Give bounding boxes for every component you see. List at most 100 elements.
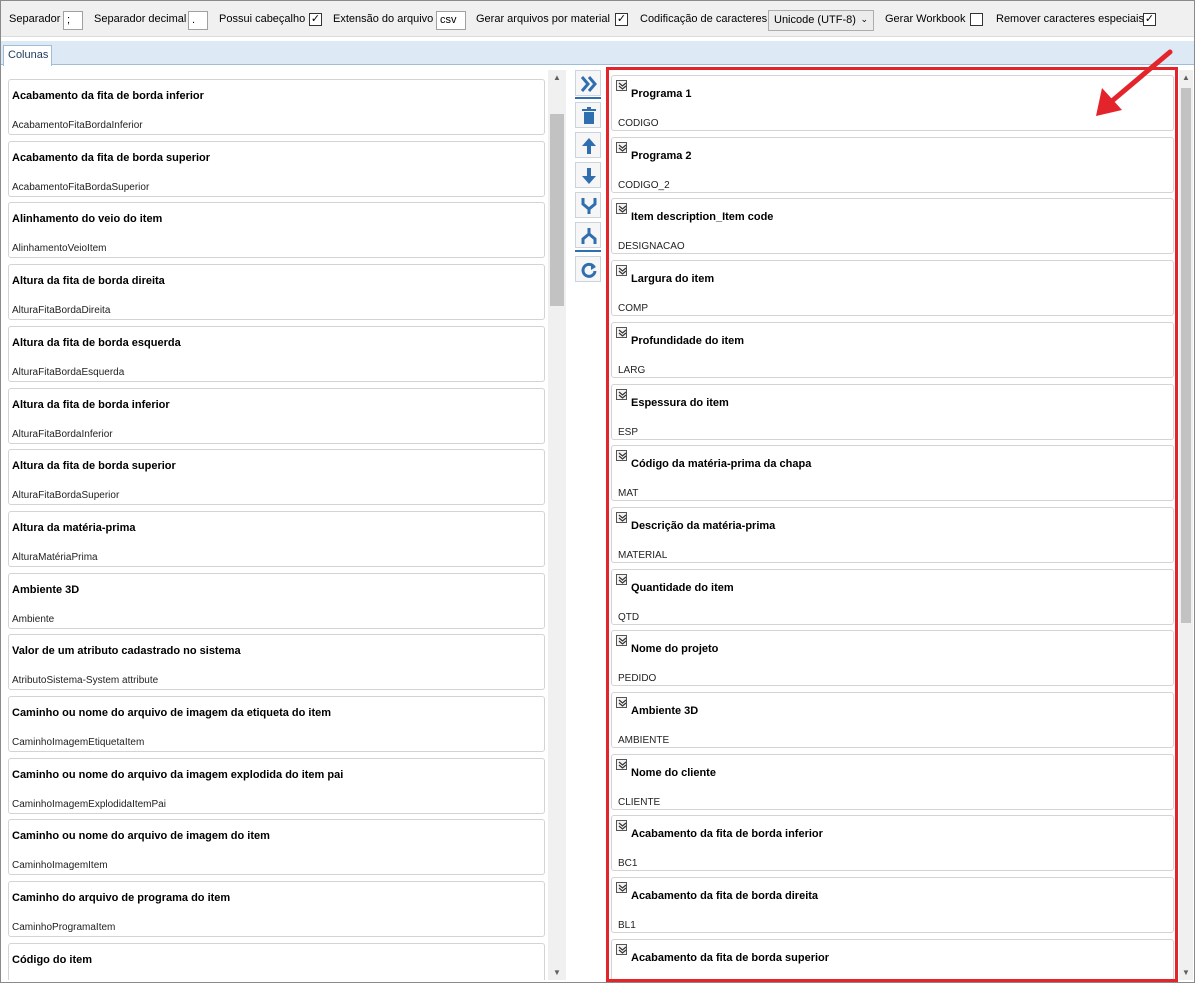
tool-separator — [575, 97, 601, 99]
column-export-name: BC1 — [618, 858, 638, 870]
column-title: Descrição da matéria-prima — [631, 519, 776, 532]
available-column-item[interactable]: Caminho ou nome do arquivo de imagem do … — [8, 819, 545, 876]
expand-toggle-icon[interactable] — [616, 635, 627, 647]
expand-toggle-icon[interactable] — [616, 882, 627, 894]
selected-column-item[interactable]: Nome do cliente CLIENTE — [611, 753, 1174, 810]
scroll-down-icon[interactable]: ▼ — [548, 968, 566, 977]
column-title: Ambiente 3D — [12, 583, 80, 596]
available-column-item[interactable]: Código do item — [8, 942, 545, 980]
column-title: Código da matéria-prima da chapa — [631, 458, 812, 471]
column-field-name: CaminhoImagemItem — [12, 860, 108, 872]
scroll-up-icon[interactable]: ▲ — [548, 73, 566, 82]
scroll-thumb[interactable] — [1181, 88, 1191, 623]
separator-input[interactable]: ; — [63, 11, 83, 30]
column-title: Caminho ou nome do arquivo da imagem exp… — [12, 768, 344, 781]
available-column-item[interactable]: Caminho ou nome do arquivo de imagem da … — [8, 696, 545, 752]
available-column-item[interactable]: Valor de um atributo cadastrado no siste… — [8, 634, 545, 691]
column-tools — [575, 70, 602, 290]
merge-button[interactable] — [575, 192, 601, 218]
export-options-toolbar: Separador ; Separador decimal . Possui c… — [1, 1, 1194, 37]
scroll-down-icon[interactable]: ▼ — [1179, 968, 1193, 977]
column-export-name: CODIGO — [618, 118, 659, 129]
selected-column-item[interactable]: Ambiente 3D AMBIENTE — [611, 692, 1174, 748]
available-columns-list: Acabamento da fita de borda inferior Acab… — [3, 70, 567, 980]
column-export-name: MATERIAL — [618, 549, 668, 561]
selected-columns-scrollbar[interactable]: ▲ ▼ — [1179, 70, 1193, 980]
has-header-checkbox[interactable]: ✓ — [309, 13, 322, 26]
expand-toggle-icon[interactable] — [616, 388, 627, 400]
expand-toggle-icon[interactable] — [616, 758, 627, 770]
column-title: Programa 1 — [631, 88, 692, 100]
selected-column-item[interactable]: Item description_Item code DESIGNACAO — [611, 198, 1174, 255]
split-button[interactable] — [575, 222, 601, 248]
column-field-name: AtributoSistema-System attribute — [12, 675, 159, 687]
chevron-down-icon: ⌄ — [860, 14, 868, 24]
expand-toggle-icon[interactable] — [616, 141, 627, 153]
column-field-name: AcabamentoFitaBordaSuperior — [12, 181, 150, 193]
refresh-icon — [581, 262, 597, 278]
per-material-checkbox[interactable]: ✓ — [615, 13, 628, 26]
add-all-button[interactable] — [575, 70, 601, 96]
refresh-button[interactable] — [575, 256, 601, 282]
delete-button[interactable] — [575, 102, 601, 128]
available-column-item[interactable]: Altura da fita de borda superior AlturaFi… — [8, 449, 545, 506]
available-column-item[interactable]: Altura da matéria-prima AlturaMatériaPrim… — [8, 510, 545, 567]
column-export-name: BL1 — [618, 920, 636, 932]
tab-columns[interactable]: Colunas — [3, 45, 52, 66]
selected-column-item[interactable]: Largura do item COMP — [611, 260, 1174, 317]
remove-special-chars-label: Remover caracteres especiais — [996, 13, 1144, 25]
selected-column-item[interactable]: Profundidade do item LARG — [611, 321, 1174, 378]
selected-column-item[interactable]: Quantidade do item QTD — [611, 568, 1174, 625]
selected-column-item[interactable]: Acabamento da fita de borda superior — [611, 938, 1174, 979]
workbook-checkbox[interactable] — [970, 13, 983, 26]
expand-toggle-icon[interactable] — [616, 697, 627, 708]
encoding-select[interactable]: Unicode (UTF-8) ⌄ — [768, 10, 874, 31]
expand-toggle-icon[interactable] — [616, 326, 627, 338]
move-up-button[interactable] — [575, 132, 601, 158]
expand-toggle-icon[interactable] — [616, 80, 627, 91]
available-column-item[interactable]: Ambiente 3D Ambiente — [8, 572, 545, 629]
available-columns-scrollbar[interactable]: ▲ ▼ — [548, 70, 566, 980]
expand-toggle-icon[interactable] — [616, 573, 627, 585]
selected-column-item[interactable]: Nome do projeto PEDIDO — [611, 630, 1174, 687]
available-column-item[interactable]: Acabamento da fita de borda inferior Acab… — [8, 79, 545, 135]
available-column-item[interactable]: Altura da fita de borda direita AlturaFit… — [8, 264, 545, 321]
workbook-label: Gerar Workbook — [885, 13, 966, 25]
expand-toggle-icon[interactable] — [616, 265, 627, 277]
available-column-item[interactable]: Altura da fita de borda esquerda AlturaFi… — [8, 325, 545, 382]
available-column-item[interactable]: Altura da fita de borda inferior AlturaFi… — [8, 387, 545, 444]
expand-toggle-icon[interactable] — [616, 943, 627, 955]
available-column-item[interactable]: Caminho do arquivo de programa do item Ca… — [8, 881, 545, 938]
scroll-up-icon[interactable]: ▲ — [1179, 73, 1193, 82]
available-column-item[interactable]: Alinhamento do veio do item AlinhamentoVe… — [8, 202, 545, 259]
column-title: Acabamento da fita de borda superior — [12, 151, 211, 164]
column-export-name: LARG — [618, 364, 646, 376]
expand-toggle-icon[interactable] — [616, 820, 627, 832]
selected-column-item[interactable]: Descrição da matéria-prima MATERIAL — [611, 506, 1174, 563]
selected-column-item[interactable]: Acabamento da fita de borda direita BL1 — [611, 877, 1174, 934]
column-title: Ambiente 3D — [631, 705, 699, 717]
file-extension-input[interactable]: csv — [436, 11, 466, 30]
column-title: Espessura do item — [631, 396, 729, 409]
column-field-name: CaminhoImagemExplodidaItemPai — [12, 798, 166, 810]
remove-special-chars-checkbox[interactable]: ✓ — [1143, 13, 1156, 26]
selected-column-item[interactable]: Programa 2 CODIGO_2 — [611, 136, 1174, 193]
expand-toggle-icon[interactable] — [616, 511, 627, 523]
has-header-label: Possui cabeçalho — [219, 13, 306, 25]
decimal-separator-input[interactable]: . — [188, 11, 208, 30]
expand-toggle-icon[interactable] — [616, 203, 627, 215]
expand-toggle-icon[interactable] — [616, 450, 627, 462]
column-title: Programa 2 — [631, 149, 692, 162]
selected-column-item[interactable]: Código da matéria-prima da chapa MAT — [611, 445, 1174, 502]
selected-column-item[interactable]: Espessura do item ESP — [611, 383, 1174, 440]
available-column-item[interactable]: Caminho ou nome do arquivo da imagem exp… — [8, 757, 545, 814]
selected-column-item[interactable]: Acabamento da fita de borda inferior BC1 — [611, 815, 1174, 872]
column-export-name: ESP — [618, 426, 639, 438]
available-column-item[interactable]: Acabamento da fita de borda superior Acab… — [8, 140, 545, 197]
split-icon — [581, 228, 597, 244]
column-title: Altura da fita de borda inferior — [12, 398, 170, 411]
column-title: Acabamento da fita de borda direita — [631, 890, 819, 903]
scroll-thumb[interactable] — [550, 114, 564, 306]
column-title: Altura da fita de borda direita — [12, 275, 165, 288]
move-down-button[interactable] — [575, 162, 601, 188]
